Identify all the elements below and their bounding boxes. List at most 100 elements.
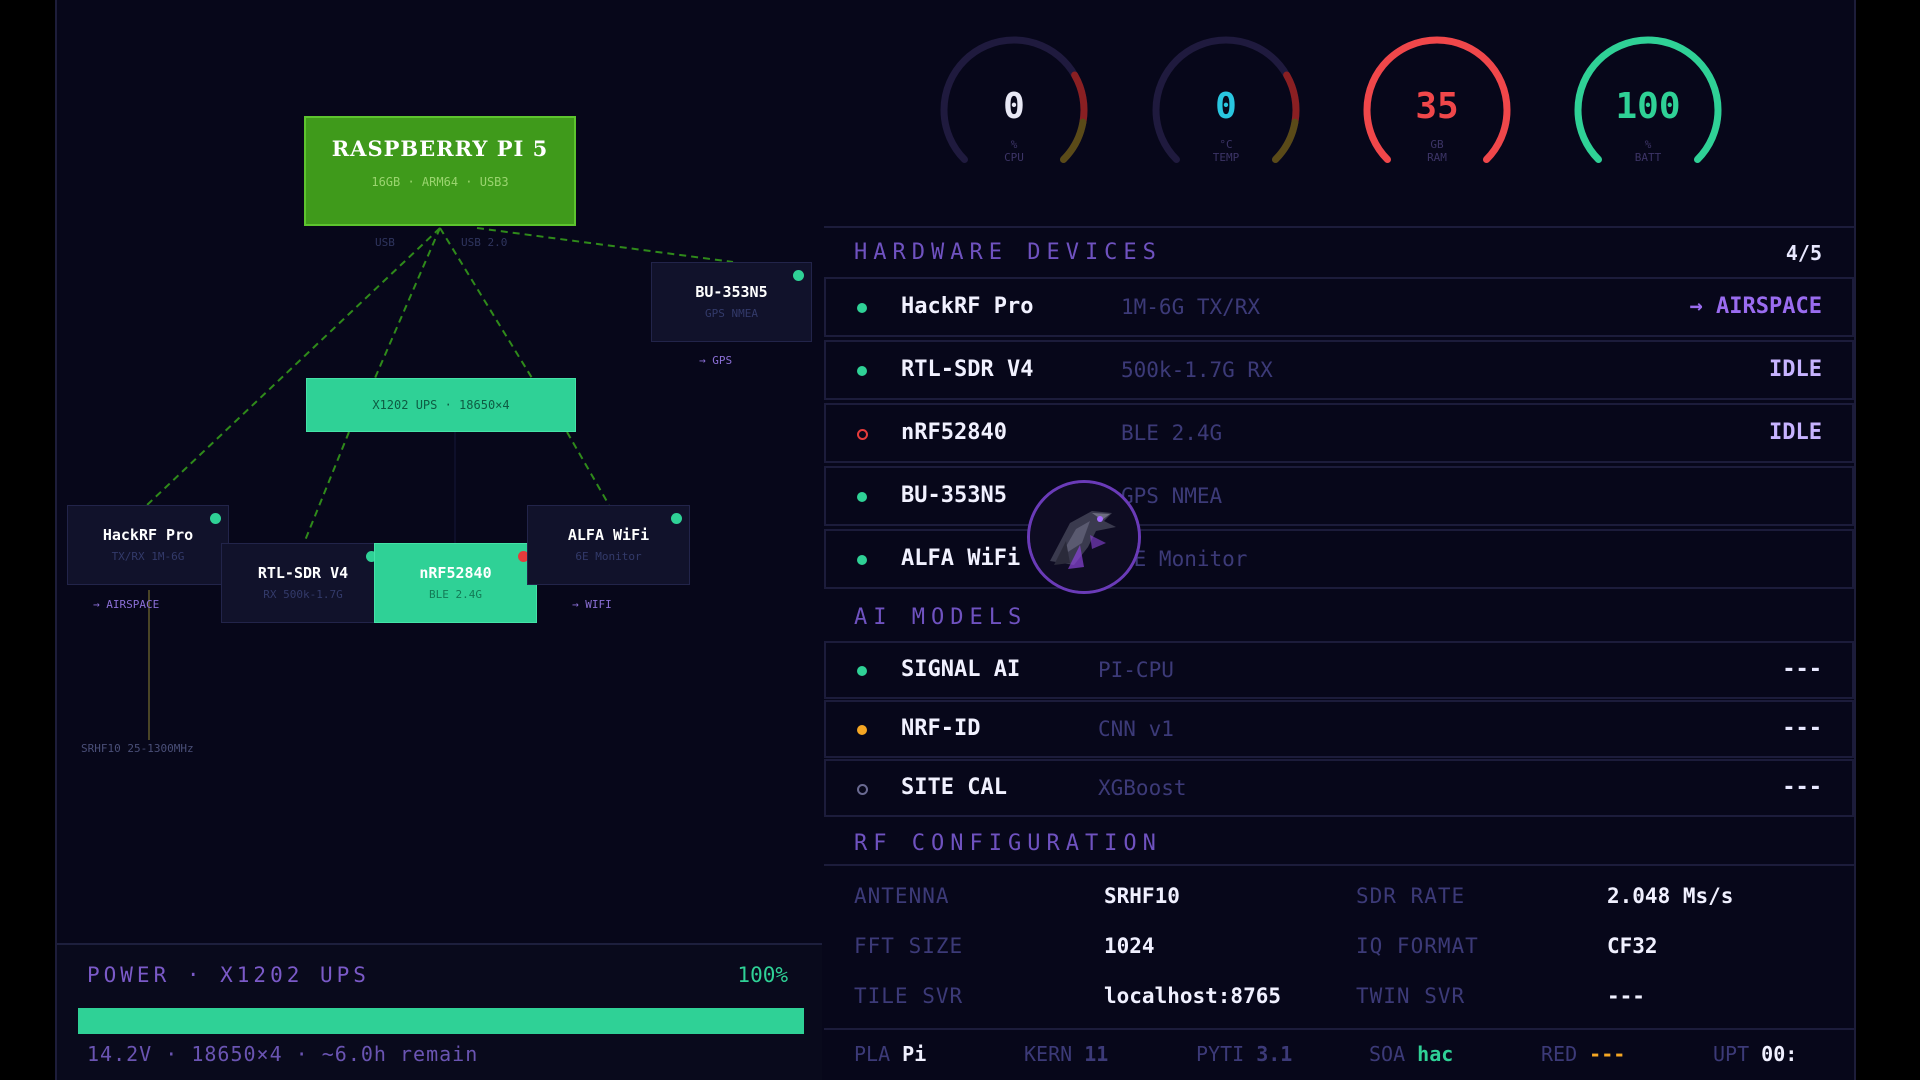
- node-title: HackRF Pro: [102, 526, 194, 544]
- node-nrf52840[interactable]: nRF52840 BLE 2.4G: [374, 543, 537, 623]
- antenna-label: SRHF10 25-1300MHz: [81, 742, 194, 755]
- model-name: SITE CAL: [901, 775, 1007, 800]
- status-item: RED ---: [1541, 1042, 1626, 1066]
- raven-avatar-icon[interactable]: [1027, 480, 1141, 594]
- status-dot: [857, 303, 867, 313]
- status-dot: [793, 270, 804, 281]
- rf-key: IQ FORMAT: [1356, 934, 1479, 958]
- device-spec: 1M-6G TX/RX: [1121, 295, 1261, 319]
- power-info: 14.2V · 18650×4 · ~6.0h remain: [87, 1042, 479, 1066]
- dashboard-frame: RASPBERRY PI 5 16GB · ARM64 · USB3 USB U…: [55, 0, 1856, 1080]
- power-title: POWER · X1202 UPS: [87, 963, 370, 987]
- gauge-cpu: 0 % CPU: [929, 28, 1099, 188]
- device-name: HackRF Pro: [901, 294, 1034, 319]
- gauge-batt: 100 % BATT: [1563, 28, 1733, 188]
- model-row-nrf-id[interactable]: NRF-ID CNN v1 ---: [824, 700, 1854, 758]
- node-alfa-wifi[interactable]: ALFA WiFi 6E Monitor: [527, 505, 690, 585]
- link-pi-gps: [476, 227, 734, 263]
- link-pi-alfa: [439, 227, 533, 379]
- device-name: nRF52840: [901, 420, 1007, 445]
- node-sub: TX/RX 1M-6G: [111, 550, 185, 563]
- node-sub: 16GB · ARM64 · USB3: [371, 175, 509, 189]
- node-sub: RX 500k-1.7G: [263, 588, 343, 601]
- power-progress-bar: [78, 1008, 804, 1034]
- gauge-temp: 0 °C TEMP: [1141, 28, 1311, 188]
- node-title: RASPBERRY PI 5: [331, 136, 549, 161]
- device-row-nrf52840[interactable]: nRF52840 BLE 2.4G IDLE: [824, 403, 1854, 463]
- model-name: SIGNAL AI: [901, 657, 1021, 682]
- node-title: nRF52840: [419, 564, 492, 582]
- node-title: ALFA WiFi: [567, 526, 650, 544]
- model-status: ---: [1782, 716, 1822, 741]
- model-status: ---: [1782, 775, 1822, 800]
- device-name: RTL-SDR V4: [901, 357, 1034, 382]
- link-label-airspace: → AIRSPACE: [93, 598, 160, 611]
- model-name: NRF-ID: [901, 716, 981, 741]
- rf-value: localhost:8765: [1104, 984, 1282, 1008]
- node-sub: GPS NMEA: [705, 307, 758, 320]
- device-status: → AIRSPACE: [1689, 294, 1822, 319]
- power-percent: 100%: [737, 963, 788, 987]
- hardware-title: HARDWARE DEVICES: [854, 240, 1162, 265]
- link-ups-alfa: [566, 431, 610, 506]
- node-title: RTL-SDR V4: [257, 564, 349, 582]
- rf-key: SDR RATE: [1356, 884, 1466, 908]
- status-dot: [857, 366, 867, 376]
- status-item: UPT 00:: [1713, 1042, 1798, 1066]
- status-dot: [857, 725, 867, 735]
- model-row-signal-ai[interactable]: SIGNAL AI PI-CPU ---: [824, 641, 1854, 699]
- device-name: BU-353N5: [901, 483, 1007, 508]
- device-row-bu-353n5[interactable]: BU-353N5 GPS NMEA: [824, 466, 1854, 526]
- status-bar: PLA Pi KERN 11 PYTI 3.1 SOA hac RED --- …: [824, 1028, 1854, 1080]
- device-row-hackrf[interactable]: HackRF Pro 1M-6G TX/RX → AIRSPACE: [824, 277, 1854, 337]
- power-panel: POWER · X1202 UPS 100% 14.2V · 18650×4 ·…: [57, 943, 822, 1080]
- link-pi-hackrf: [146, 227, 441, 506]
- power-progress-fill: [78, 1008, 804, 1034]
- status-panel: 0 % CPU 0 °C TEMP 35 GB RAM 100 % BATT HARDW…: [824, 0, 1854, 1080]
- device-topology: RASPBERRY PI 5 16GB · ARM64 · USB3 USB U…: [57, 0, 822, 940]
- rf-value: CF32: [1607, 934, 1658, 958]
- gauge-unit: GB RAM: [1427, 138, 1447, 164]
- hardware-count: 4/5: [1785, 241, 1822, 265]
- device-row-alfa-wifi[interactable]: ALFA WiFi 6E Monitor: [824, 529, 1854, 589]
- node-title: X1202 UPS · 18650×4: [372, 398, 510, 412]
- node-bu-353n5[interactable]: BU-353N5 GPS NMEA: [651, 262, 812, 342]
- device-spec: GPS NMEA: [1121, 484, 1223, 508]
- status-dot: [857, 666, 867, 676]
- model-row-site-cal[interactable]: SITE CAL XGBoost ---: [824, 759, 1854, 817]
- divider: [824, 864, 1854, 866]
- node-raspberry-pi[interactable]: RASPBERRY PI 5 16GB · ARM64 · USB3: [304, 116, 576, 226]
- device-spec: BLE 2.4G: [1121, 421, 1223, 445]
- node-sub: 6E Monitor: [575, 550, 642, 563]
- rf-key: ANTENNA: [854, 884, 950, 908]
- usb-label: USB 2.0: [461, 236, 508, 249]
- status-dot: [671, 513, 682, 524]
- link-ups-rtl: [303, 431, 350, 544]
- status-dot: [857, 784, 868, 795]
- device-status: IDLE: [1769, 420, 1822, 445]
- rf-title: RF CONFIGURATION: [854, 831, 1162, 856]
- status-item: KERN 11: [1024, 1042, 1109, 1066]
- model-status: ---: [1782, 657, 1822, 682]
- rf-value: SRHF10: [1104, 884, 1180, 908]
- status-item: PLA Pi: [854, 1042, 927, 1066]
- node-ups[interactable]: X1202 UPS · 18650×4: [306, 378, 576, 432]
- node-title: BU-353N5: [695, 283, 768, 301]
- device-status: IDLE: [1769, 357, 1822, 382]
- status-dot: [857, 492, 867, 502]
- gauge-value: 0: [1003, 86, 1025, 127]
- status-item: SOA hac: [1369, 1042, 1454, 1066]
- device-spec: 6E Monitor: [1121, 547, 1248, 571]
- rf-value: ---: [1607, 984, 1645, 1008]
- node-sub: BLE 2.4G: [429, 588, 482, 601]
- model-spec: XGBoost: [1098, 776, 1187, 800]
- gauge-value: 100: [1615, 86, 1681, 127]
- gauge-value: 35: [1415, 86, 1459, 127]
- device-row-rtl-sdr[interactable]: RTL-SDR V4 500k-1.7G RX IDLE: [824, 340, 1854, 400]
- rf-value: 2.048 Ms/s: [1607, 884, 1734, 908]
- status-dot: [210, 513, 221, 524]
- node-hackrf[interactable]: HackRF Pro TX/RX 1M-6G: [67, 505, 229, 585]
- link-label-wifi: → WIFI: [572, 598, 612, 611]
- gauge-ram: 35 GB RAM: [1352, 28, 1522, 188]
- node-rtl-sdr[interactable]: RTL-SDR V4 RX 500k-1.7G: [221, 543, 385, 623]
